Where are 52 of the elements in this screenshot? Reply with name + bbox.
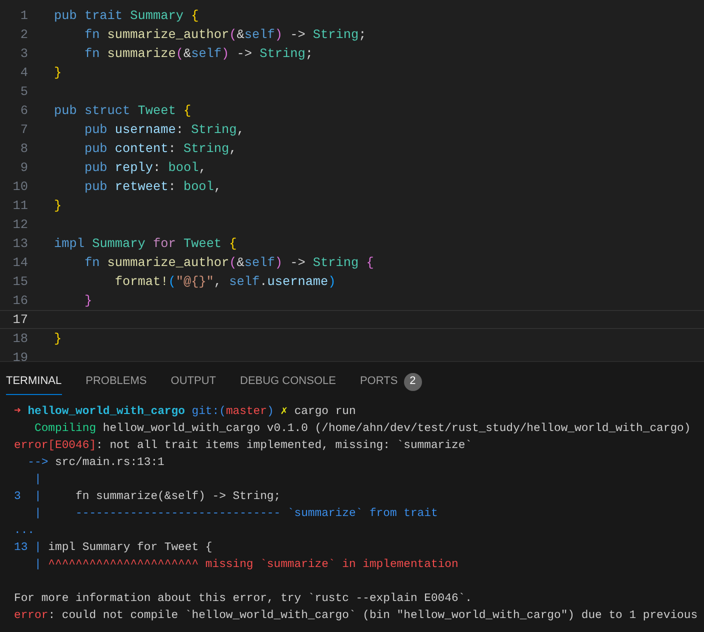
code-text: pub struct Tweet { (54, 102, 192, 120)
panel-tab[interactable]: PORTS 2 (360, 369, 422, 395)
line-number: 16 (12, 292, 28, 310)
code-text: impl Summary for Tweet { (54, 234, 237, 253)
panel-tab[interactable]: PROBLEMS (86, 369, 147, 395)
code-text: } (54, 196, 62, 215)
panel-tab[interactable]: DEBUG CONSOLE (240, 369, 336, 395)
code-text: pub reply: bool, (83, 158, 206, 177)
terminal-line: error: could not compile `hellow_world_with_cargo` (bin "hellow_world_with_cargo") due to 1 previous (14, 608, 698, 624)
code-text: } (54, 330, 62, 348)
terminal-line: | (34, 472, 42, 488)
code-text: } (83, 292, 92, 310)
line-number: 11 (12, 196, 28, 215)
terminal-line: 3 | fn summarize(&self) -> String; (14, 490, 281, 505)
line-number: 6 (19, 102, 28, 120)
code-text: } (54, 64, 62, 82)
line-number: 15 (12, 272, 28, 291)
panel-tab[interactable]: OUTPUT (170, 369, 216, 395)
code-text: fn summarize_author(&self) -> String { (83, 254, 374, 272)
code-text: pub trait Summary { (54, 6, 199, 25)
line-number: 3 (19, 44, 28, 63)
line-number: 19 (12, 348, 28, 361)
terminal-line: 13 | impl Summary for Tweet { (14, 540, 212, 556)
terminal-line: error[E0046]: not all trait items implemented, missing: `summarize` (14, 438, 472, 454)
line-number: 9 (19, 158, 28, 177)
line-number: 8 (19, 140, 28, 158)
terminal-line: ... (14, 524, 35, 539)
line-number: 7 (19, 120, 28, 139)
terminal-line: ➜ hellow_world_with_cargo git:(master) ✗ cargo run (14, 404, 356, 420)
terminal-line: For more information about this error, try `rustc --explain E0046`. (14, 592, 472, 607)
panel-tab[interactable]: TERMINAL (6, 369, 62, 395)
code-text: pub content: String, (83, 140, 237, 158)
code-text: fn summarize(&self) -> String; (83, 44, 313, 63)
line-number: 14 (12, 254, 28, 272)
terminal-line: | ------------------------------ `summarize` from trait (34, 506, 438, 522)
line-number: 18 (12, 330, 28, 348)
line-number: 2 (19, 26, 28, 44)
line-number: 10 (12, 178, 28, 196)
code-text: format!("@{}", self.username) (114, 272, 336, 291)
line-number: 4 (19, 64, 28, 82)
code-text: pub username: String, (83, 120, 244, 139)
code-text: pub retweet: bool, (83, 178, 222, 196)
terminal-line: Compiling hellow_world_with_cargo v0.1.0 (/home/ahn/dev/test/rust_study/hellow_world_with_cargo) (34, 422, 691, 437)
line-number: 17 (12, 310, 28, 329)
terminal-line: | ^^^^^^^^^^^^^^^^^^^^^^ missing `summarize` in implementation (34, 558, 458, 573)
count-badge: 2 (404, 372, 422, 390)
terminal-line: --> src/main.rs:13:1 (26, 456, 164, 471)
line-number: 5 (19, 82, 28, 101)
line-number: 12 (12, 216, 28, 234)
code-text: fn summarize_author(&self) -> String; (83, 26, 366, 44)
line-number: 1 (19, 6, 28, 25)
line-number: 13 (12, 234, 28, 253)
